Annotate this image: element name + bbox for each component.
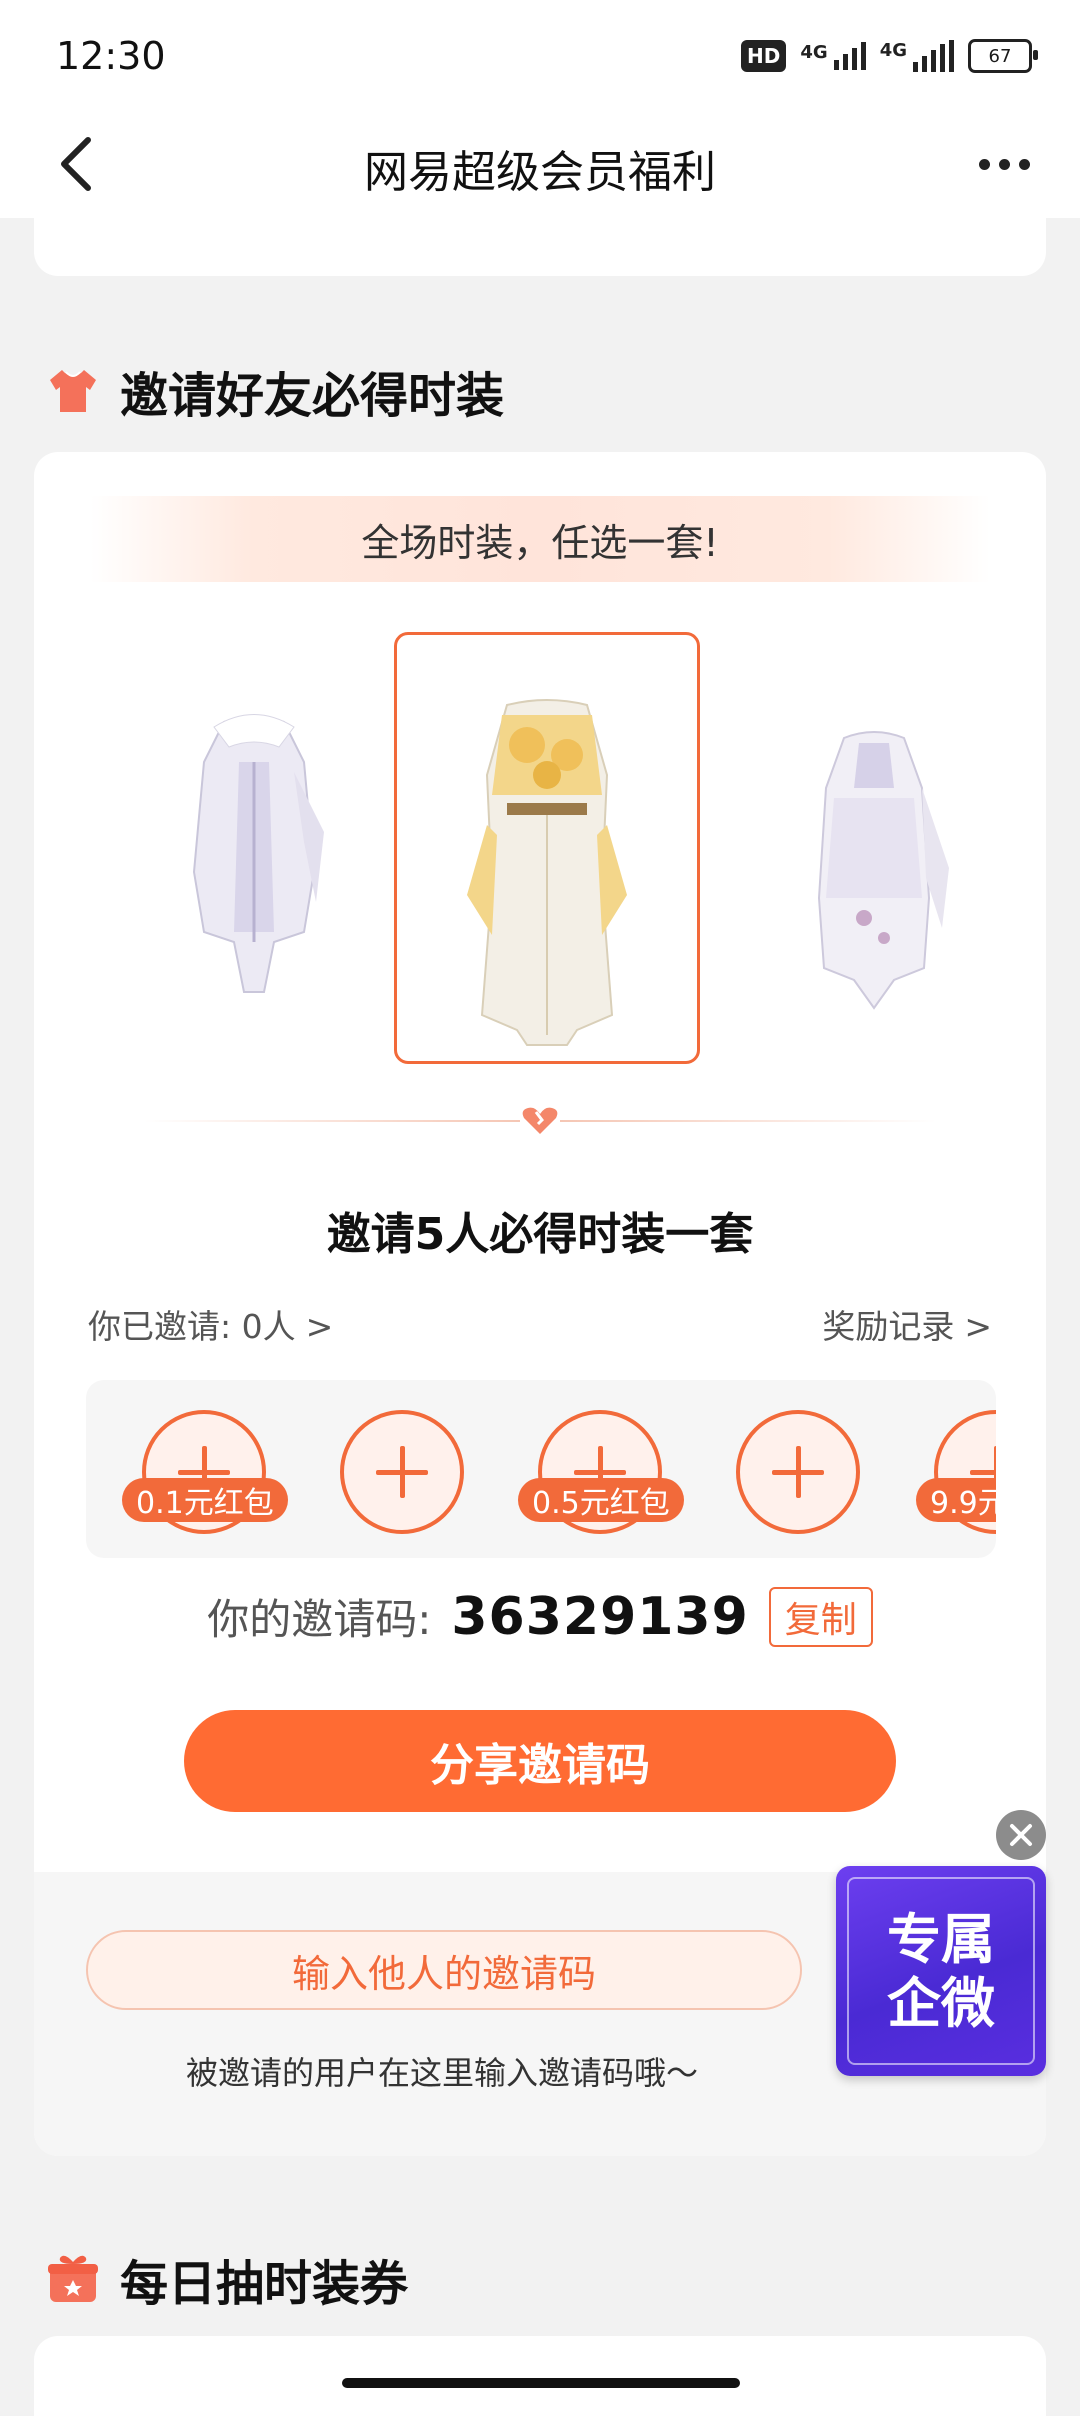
- divider: [144, 1107, 936, 1134]
- copy-button[interactable]: 复制: [768, 1586, 873, 1647]
- hd-icon: HD: [741, 40, 787, 72]
- network-label-2: 4G: [879, 40, 907, 61]
- invite-code-row: 你的邀请码: 36329139 复制: [34, 1586, 1046, 1647]
- invite-code-value: 36329139: [451, 1586, 749, 1647]
- invite-code-input[interactable]: 输入他人的邀请码: [86, 1930, 802, 2010]
- input-hint: 被邀请的用户在这里输入邀请码哦～: [185, 2054, 698, 2092]
- page-title: 网易超级会员福利: [364, 147, 716, 198]
- reward-badge: 0.5元红包: [518, 1478, 684, 1522]
- previous-card: [34, 200, 1046, 276]
- outfit-right-image: [817, 731, 949, 1010]
- outfit-center-selected[interactable]: [394, 632, 700, 1064]
- invite-slot[interactable]: [340, 1410, 464, 1534]
- invite-code-label: 你的邀请码:: [207, 1595, 432, 1644]
- invite-slots: 0.1元红包 0.5元红包 9.9元: [86, 1380, 996, 1558]
- battery-icon: 67: [968, 39, 1038, 73]
- daily-card: [34, 2336, 1046, 2416]
- outfit-left-image: [192, 714, 324, 993]
- plus-icon: [376, 1446, 428, 1498]
- daily-section-header: 每日抽时装券: [46, 2244, 408, 2314]
- invited-row: 你已邀请: 0人 > 奖励记录 >: [88, 1300, 992, 1348]
- heart-divider-icon: [522, 1107, 558, 1134]
- more-dot: [998, 158, 1010, 170]
- outfit-right[interactable]: [774, 718, 974, 1018]
- reward-record-label: 奖励记录: [822, 1307, 955, 1346]
- more-button[interactable]: [964, 138, 1044, 190]
- reward-badge: 0.1元红包: [122, 1478, 288, 1522]
- status-bar: 12:30 HD 4G 4G 67: [0, 0, 1080, 110]
- invite-slot[interactable]: [736, 1410, 860, 1534]
- close-icon: [1010, 1824, 1032, 1846]
- wecom-float-ad[interactable]: 专属 企微: [836, 1866, 1046, 2076]
- float-ad-text: 专属 企微: [847, 1877, 1035, 2065]
- more-dot: [1018, 158, 1030, 170]
- network-label-1: 4G: [800, 42, 828, 63]
- outfit-left[interactable]: [154, 702, 354, 1002]
- home-indicator[interactable]: [342, 2378, 740, 2388]
- gift-icon: [48, 2255, 98, 2302]
- chevron-right-icon: >: [305, 1307, 334, 1346]
- invite-goal-title: 邀请5人必得时装一套: [326, 1209, 754, 1260]
- invite-section-title: 邀请好友必得时装: [120, 368, 505, 424]
- plus-icon: [772, 1446, 824, 1498]
- reward-record-link[interactable]: 奖励记录 >: [822, 1300, 992, 1348]
- float-ad-line1: 专属: [887, 1907, 995, 1971]
- chevron-right-icon: >: [964, 1307, 992, 1346]
- signal-icon-1: 4G: [800, 42, 866, 70]
- more-dot: [978, 158, 990, 170]
- invited-count: 你已邀请: 0人: [88, 1307, 296, 1346]
- signal-icon-2: 4G: [880, 40, 954, 72]
- tshirt-icon: [50, 370, 96, 412]
- invite-section-header: 邀请好友必得时装: [46, 356, 504, 426]
- promo-banner: 全场时装，任选一套!: [90, 496, 990, 582]
- share-invite-code-button[interactable]: 分享邀请码: [184, 1710, 896, 1812]
- status-time: 12:30: [56, 34, 166, 78]
- daily-section-title: 每日抽时装券: [120, 2256, 409, 2312]
- reward-badge: 9.9元: [916, 1478, 996, 1522]
- invited-count-link[interactable]: 你已邀请: 0人 >: [88, 1300, 333, 1348]
- float-ad-line2: 企微: [887, 1971, 995, 2035]
- outfit-center-image: [467, 699, 627, 1046]
- close-ad-button[interactable]: [996, 1810, 1046, 1860]
- status-icons: HD 4G 4G 67: [741, 34, 1038, 78]
